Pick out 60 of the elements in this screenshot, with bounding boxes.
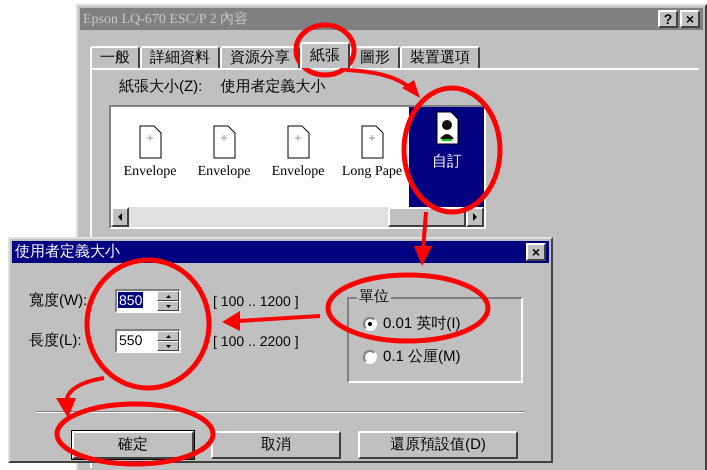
page-icon [359,124,385,158]
page-icon [211,124,237,158]
paper-item[interactable]: Envelope [113,106,187,206]
paper-label: Envelope [198,162,250,180]
field-value: 850 [118,292,144,308]
tab[interactable]: 圖形 [350,46,400,68]
tab[interactable]: 裝置選項 [400,46,480,68]
annotation-arrow [414,212,432,266]
dialog-button[interactable]: 確定 [72,431,194,459]
help-button[interactable]: ? [658,10,678,28]
annotation-circle [294,22,356,78]
radio-button[interactable] [363,350,377,364]
paper-item[interactable]: Long Pape [335,106,409,206]
close-button[interactable]: × [526,243,546,261]
group-title: 單位 [357,288,391,306]
paper-label: Envelope [124,162,176,180]
field-value: 550 [118,332,144,348]
paper-item[interactable]: Envelope [261,106,335,206]
field-label: 長度(L): [29,330,82,351]
spinner[interactable] [157,331,179,351]
down-arrow-icon [166,304,170,308]
paper-item[interactable]: Envelope [187,106,261,206]
dialog-title: 使用者定義大小 [15,242,120,262]
field-label: 寬度(W): [29,290,88,311]
horizontal-scrollbar[interactable] [111,206,484,226]
spin-up-button[interactable] [157,291,179,301]
spinner[interactable] [157,291,179,311]
page-icon [137,124,163,158]
radio-option[interactable]: 0.1 公厘(M) [363,346,521,368]
paper-label: 自訂 [432,152,462,172]
paper-label: Envelope [272,162,324,180]
spin-down-button[interactable] [157,301,179,311]
range-text: [ 100 .. 2200 ] [213,332,299,351]
window-title: Epson LQ-670 ESC/P 2 內容 [83,10,248,28]
spin-up-button[interactable] [157,331,179,341]
scroll-left-button[interactable] [111,206,129,226]
tab[interactable]: 詳細資料 [140,46,220,68]
radio-option[interactable]: 0.01 英吋(I) [363,313,521,336]
page-icon [285,124,311,158]
annotation-arrow [56,376,104,418]
close-button[interactable]: × [680,10,700,28]
field-label: 紙張大小(Z): [119,77,202,97]
down-arrow-icon [166,344,170,348]
radio-button[interactable] [363,317,377,332]
up-arrow-icon [166,294,170,298]
right-arrow-icon [472,212,478,220]
tab[interactable]: 一般 [90,46,140,68]
number-field[interactable]: 550 [115,329,181,353]
range-text: [ 100 .. 1200 ] [213,292,299,311]
up-arrow-icon [166,334,170,338]
dialog-button[interactable]: 還原預設值(D) [358,431,518,459]
spin-down-button[interactable] [157,341,179,351]
field-value: 使用者定義大小 [220,77,326,97]
number-field[interactable]: 850 [115,289,181,313]
dialog-button[interactable]: 取消 [211,431,341,459]
paper-label: Long Pape [342,162,402,180]
tab[interactable]: 紙張 [300,42,350,68]
person-page-icon [434,110,460,144]
paper-item[interactable]: 自訂 [409,106,484,206]
left-arrow-icon [118,212,122,220]
